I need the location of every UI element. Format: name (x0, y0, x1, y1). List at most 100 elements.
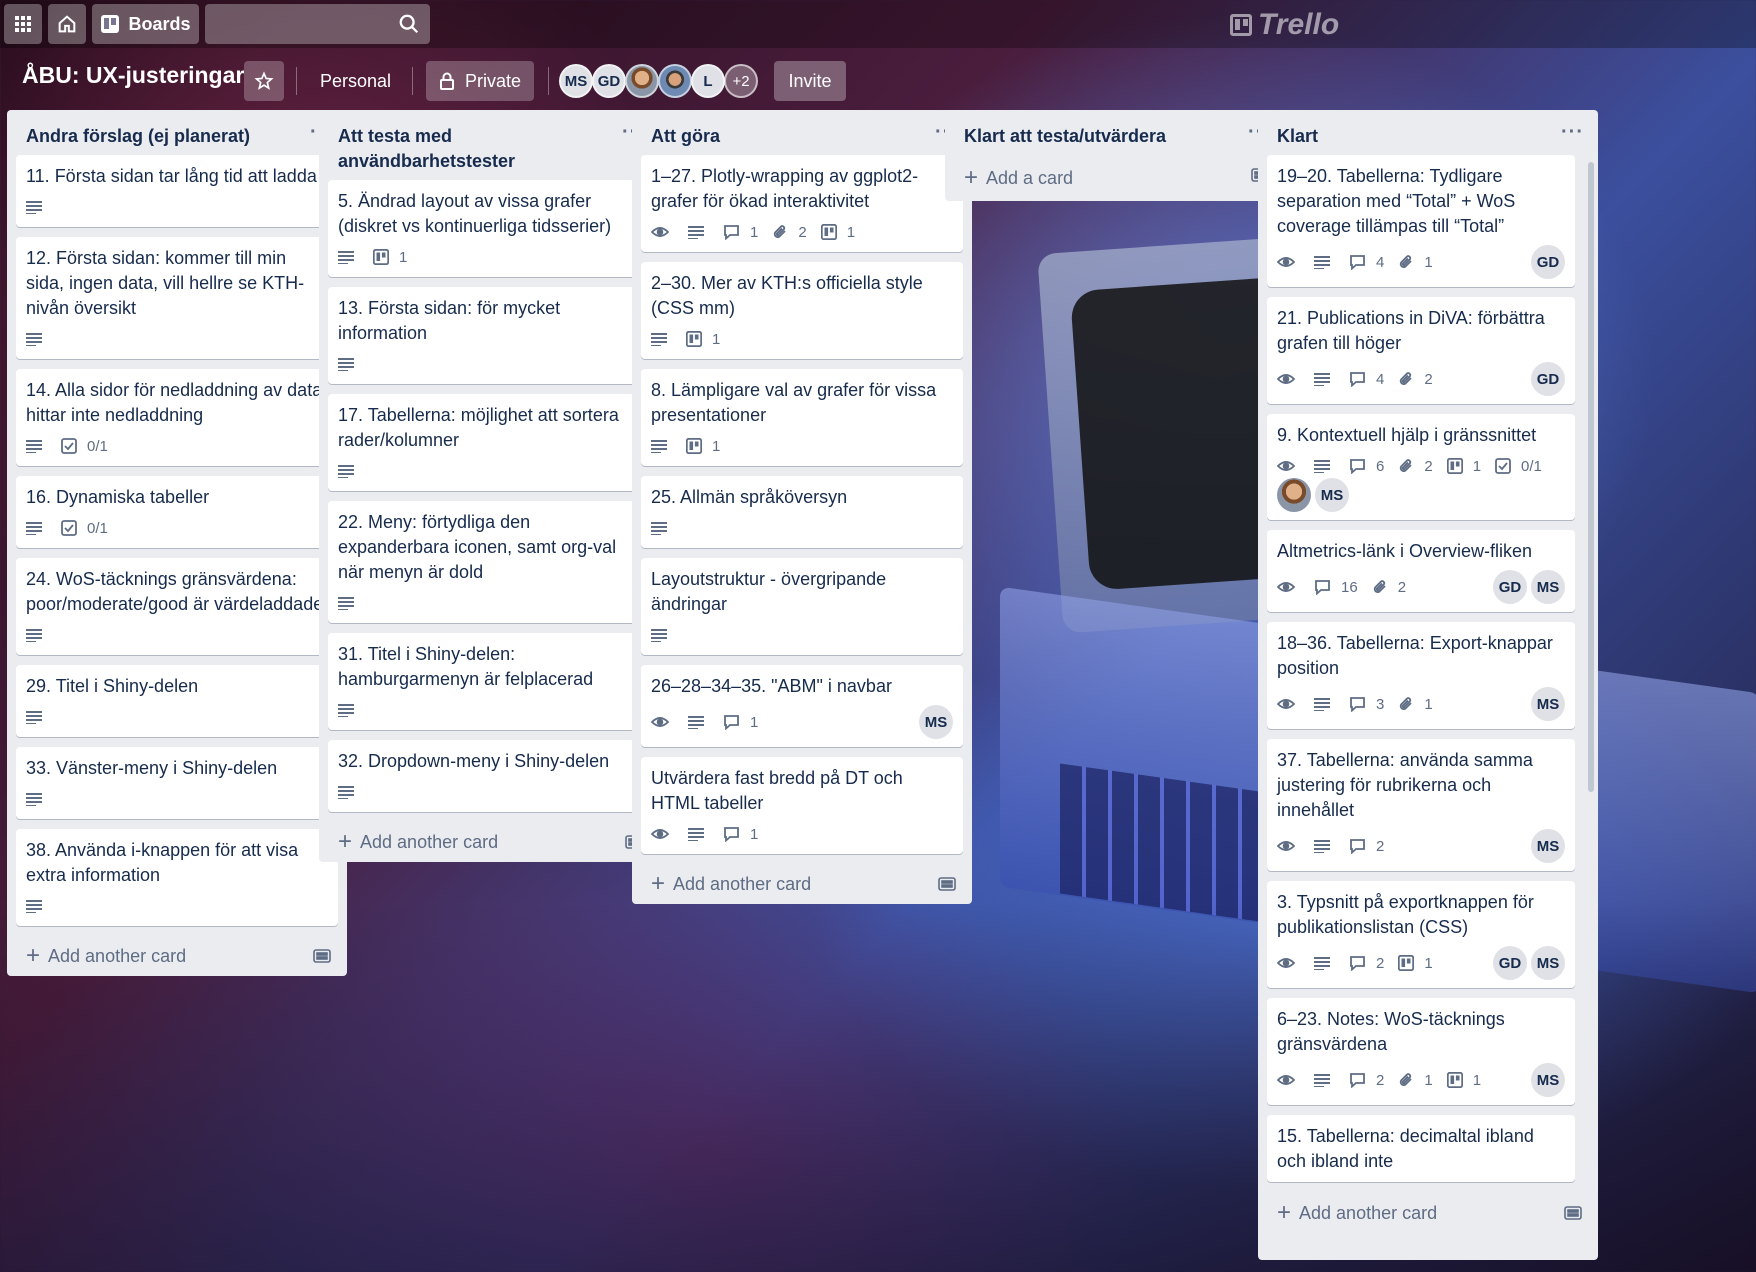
list-title[interactable]: Klart att testa/utvärdera (964, 126, 1166, 146)
card[interactable]: 22. Meny: förtydliga den expanderbara ic… (328, 501, 650, 623)
card[interactable]: 3. Typsnitt på exportknappen för publika… (1267, 881, 1575, 988)
card[interactable]: Altmetrics-länk i Overview-fliken 16 2 GD MS (1267, 530, 1575, 612)
member-avatar[interactable]: MS (1531, 1063, 1565, 1097)
member-avatar-l[interactable]: L (691, 64, 725, 98)
card[interactable]: 18–36. Tabellerna: Export-knappar positi… (1267, 622, 1575, 729)
card[interactable]: 1–27. Plotly-wrapping av ggplot2-grafer … (641, 155, 963, 252)
add-card-button[interactable]: + Add another card (7, 936, 347, 976)
home-button[interactable] (48, 4, 86, 44)
card-badges: 4 2 GD (1277, 362, 1565, 396)
list-header[interactable]: Att göra··· (632, 110, 972, 155)
member-avatar[interactable]: GD (1493, 570, 1527, 604)
list-title[interactable]: Klart (1277, 126, 1318, 146)
description-icon (26, 439, 47, 453)
card[interactable]: 12. Första sidan: kommer till min sida, … (16, 237, 338, 359)
card[interactable]: 13. Första sidan: för mycket information (328, 287, 650, 384)
trello-logo[interactable]: Trello (1230, 8, 1339, 42)
card[interactable]: 25. Allmän språköversyn (641, 476, 963, 548)
card[interactable]: 5. Ändrad layout av vissa grafer (diskre… (328, 180, 650, 277)
badge-count: 1 (1424, 695, 1433, 713)
description-icon (26, 521, 47, 535)
list-title[interactable]: Att göra (651, 126, 720, 146)
member-avatar-ms[interactable]: MS (559, 64, 593, 98)
apps-menu-button[interactable] (4, 4, 42, 44)
card[interactable]: 38. Använda i-knappen för att visa extra… (16, 829, 338, 926)
member-avatar[interactable]: MS (1531, 687, 1565, 721)
card[interactable]: 6–23. Notes: WoS-täcknings gränsvärdena 2… (1267, 998, 1575, 1105)
card[interactable]: 14. Alla sidor för nedladdning av data: … (16, 369, 338, 466)
card[interactable]: Utvärdera fast bredd på DT och HTML tabe… (641, 757, 963, 854)
member-avatar[interactable]: MS (1531, 570, 1565, 604)
description-icon (26, 332, 47, 346)
member-avatar-photo[interactable] (1277, 478, 1311, 512)
badge-count: 1 (399, 248, 408, 266)
board-title[interactable]: ÅBU: UX-justeringar (22, 62, 244, 89)
card[interactable]: 32. Dropdown-meny i Shiny-delen (328, 740, 650, 812)
member-avatar[interactable]: MS (1315, 478, 1349, 512)
member-avatar-gd[interactable]: GD (592, 64, 626, 98)
list-header[interactable]: Klart att testa/utvärdera··· (945, 110, 1285, 155)
badge (26, 195, 47, 219)
description-icon (26, 899, 47, 913)
list-header[interactable]: Att testa med användbarhetstester··· (319, 110, 659, 180)
member-avatar[interactable]: GD (1493, 946, 1527, 980)
search-input[interactable] (205, 4, 430, 44)
card[interactable]: Layoutstruktur - övergripande ändringar (641, 558, 963, 655)
badge: 2 (1349, 1068, 1384, 1092)
add-card-button[interactable]: + Add another card (632, 864, 972, 904)
member-avatar-photo[interactable] (625, 64, 659, 98)
member-avatar-photo[interactable] (658, 64, 692, 98)
member-avatar[interactable]: GD (1531, 245, 1565, 279)
card-template-icon[interactable] (313, 948, 331, 969)
badge: 4 (1349, 367, 1384, 391)
invite-button[interactable]: Invite (774, 61, 846, 101)
star-board-button[interactable] (244, 61, 284, 101)
card[interactable]: 9. Kontextuell hjälp i gränssnittet 6 2 1 0/… (1267, 414, 1575, 520)
boards-button[interactable]: Boards (92, 4, 199, 44)
card[interactable]: 29. Titel i Shiny-delen (16, 665, 338, 737)
add-card-button[interactable]: + Add another card (319, 822, 659, 862)
card-title: Utvärdera fast bredd på DT och HTML tabe… (651, 768, 903, 813)
badge (1277, 367, 1300, 391)
member-avatar[interactable]: MS (919, 705, 953, 739)
attachment-icon (1398, 696, 1419, 712)
list-menu-icon[interactable]: ··· (1561, 120, 1584, 145)
plus-icon: + (964, 164, 979, 191)
member-avatar[interactable]: MS (1531, 829, 1565, 863)
badge (651, 623, 672, 647)
workspace-button[interactable]: Personal (320, 61, 391, 101)
card[interactable]: 8. Lämpligare val av grafer för vissa pr… (641, 369, 963, 466)
card[interactable]: 26–28–34–35. "ABM" i navbar 1 MS (641, 665, 963, 747)
card[interactable]: 33. Vänster-meny i Shiny-delen (16, 747, 338, 819)
list-header[interactable]: Klart ··· (1258, 110, 1598, 155)
card[interactable]: 17. Tabellerna: möjlighet att sortera ra… (328, 394, 650, 491)
list-title[interactable]: Att testa med användbarhetstester (338, 126, 515, 171)
badge-count: 6 (1376, 457, 1385, 475)
card[interactable]: 24. WoS-täcknings gränsvärdena: poor/mod… (16, 558, 338, 655)
more-members-button[interactable]: +2 (724, 64, 758, 98)
visibility-button[interactable]: Private (426, 61, 534, 101)
card-title: 8. Lämpligare val av grafer för vissa pr… (651, 380, 937, 425)
card[interactable]: 16. Dynamiska tabeller 0/1 (16, 476, 338, 548)
badge-count: 2 (1376, 837, 1385, 855)
card-template-icon[interactable] (1564, 1205, 1582, 1226)
card[interactable]: 37. Tabellerna: använda samma justering … (1267, 739, 1575, 871)
member-avatar[interactable]: GD (1531, 362, 1565, 396)
plus-icon: + (651, 870, 666, 897)
add-card-button[interactable]: + Add a card (945, 155, 1285, 201)
card-badges (338, 459, 640, 483)
list-title[interactable]: Andra förslag (ej planerat) (26, 126, 250, 146)
badge (1277, 951, 1300, 975)
plus-icon: + (1277, 1199, 1292, 1226)
member-avatar[interactable]: MS (1531, 946, 1565, 980)
card[interactable]: 31. Titel i Shiny-delen: hamburgarmenyn … (328, 633, 650, 730)
card-template-icon[interactable] (938, 876, 956, 897)
card[interactable]: 15. Tabellerna: decimaltal ibland och ib… (1267, 1115, 1575, 1182)
card[interactable]: 11. Första sidan tar lång tid att ladda (16, 155, 338, 227)
card[interactable]: 2–30. Mer av KTH:s officiella style (CSS… (641, 262, 963, 359)
card[interactable]: 21. Publications in DiVA: förbättra graf… (1267, 297, 1575, 404)
list-header[interactable]: Andra förslag (ej planerat)··· (7, 110, 347, 155)
card[interactable]: 19–20. Tabellerna: Tydligare separation … (1267, 155, 1575, 287)
add-card-button[interactable]: + Add another card (1258, 1193, 1598, 1233)
list-scrollbar[interactable] (1588, 162, 1594, 792)
